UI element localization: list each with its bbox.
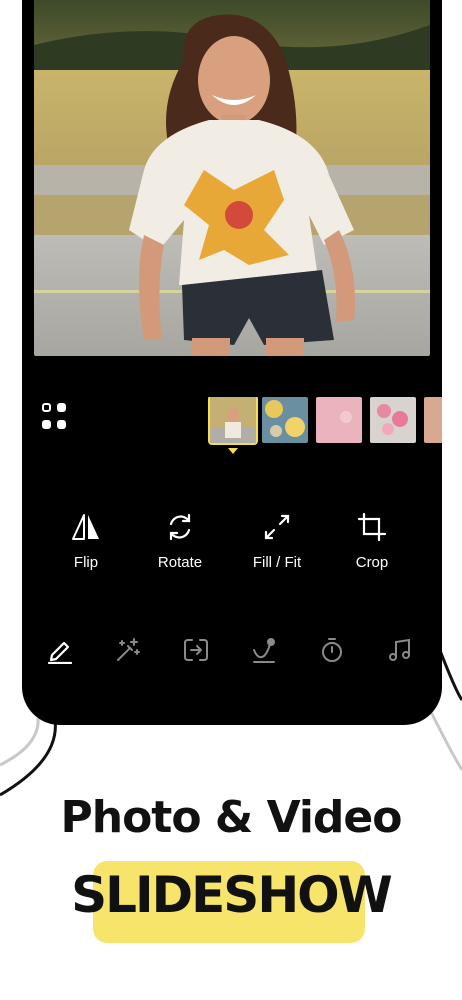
tab-timer[interactable] bbox=[314, 632, 350, 668]
tab-edit[interactable] bbox=[42, 632, 78, 668]
thumbnail-strip[interactable] bbox=[208, 397, 442, 445]
rotate-button[interactable]: Rotate bbox=[135, 510, 225, 571]
grid-view-icon[interactable] bbox=[42, 403, 70, 431]
flip-icon bbox=[41, 510, 131, 544]
tab-effects[interactable] bbox=[110, 632, 146, 668]
fill-fit-button[interactable]: Fill / Fit bbox=[232, 510, 322, 571]
thumbnail-woman-portrait[interactable] bbox=[208, 397, 258, 445]
phone-frame: Flip Rotate Fill / Fit Crop bbox=[22, 0, 442, 725]
thumbnail-pink-flowers[interactable] bbox=[370, 397, 416, 443]
fill-fit-label: Fill / Fit bbox=[252, 554, 302, 571]
edit-tools: Flip Rotate Fill / Fit Crop bbox=[22, 510, 442, 590]
crop-button[interactable]: Crop bbox=[327, 510, 417, 571]
rotate-label: Rotate bbox=[157, 554, 203, 571]
thumbnail-food-table[interactable] bbox=[262, 397, 308, 443]
edit-pencil-icon bbox=[47, 641, 73, 664]
selected-thumbnail-indicator bbox=[228, 448, 238, 454]
tab-transition[interactable] bbox=[178, 632, 214, 668]
flip-button[interactable]: Flip bbox=[41, 510, 131, 571]
tab-music[interactable] bbox=[382, 632, 418, 668]
fill-fit-icon bbox=[232, 510, 322, 544]
main-photo[interactable] bbox=[34, 0, 430, 356]
bottom-tab-bar bbox=[22, 632, 442, 672]
music-note-icon bbox=[389, 638, 410, 661]
crop-icon bbox=[327, 510, 417, 544]
tab-motion[interactable] bbox=[246, 632, 282, 668]
motion-path-icon bbox=[253, 638, 275, 663]
transition-icon bbox=[184, 639, 208, 661]
headline-line1: Photo & Video bbox=[60, 792, 403, 843]
flip-label: Flip bbox=[73, 554, 99, 571]
thumbnail-partial[interactable] bbox=[424, 397, 442, 443]
crop-label: Crop bbox=[355, 554, 389, 571]
magic-wand-icon bbox=[117, 638, 140, 661]
thumbnail-pink-texture[interactable] bbox=[316, 397, 362, 443]
rotate-icon bbox=[135, 510, 225, 544]
headline-line2: SLIDESHOW bbox=[71, 866, 393, 924]
timer-icon bbox=[322, 638, 342, 662]
